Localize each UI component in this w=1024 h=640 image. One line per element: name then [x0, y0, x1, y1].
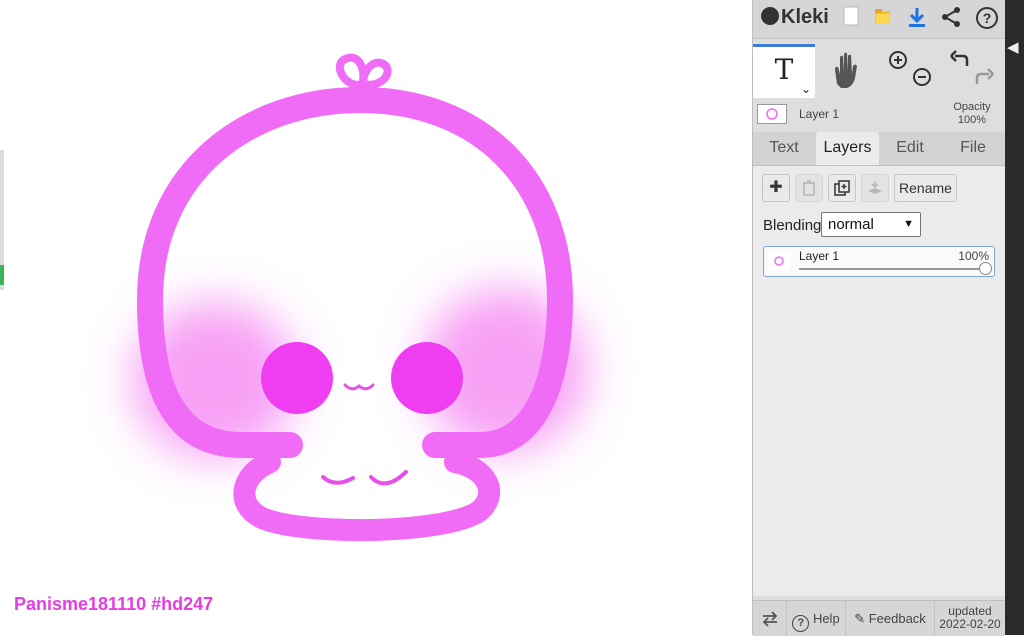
blending-label: Blending: [763, 217, 822, 234]
kleki-logo[interactable]: Kleki: [761, 6, 829, 29]
redo-icon[interactable]: [975, 68, 994, 84]
chevron-left-icon: ◀: [1007, 39, 1019, 56]
blending-select[interactable]: normal ▼: [821, 212, 921, 237]
blending-value: normal: [828, 216, 874, 233]
panel-tabs: Text Layers Edit File: [753, 132, 1005, 166]
help-circle-icon: ?: [792, 615, 810, 632]
download-icon[interactable]: [905, 6, 929, 30]
text-tool-icon: T: [774, 53, 794, 86]
layers-panel: ✚ Rename Blending normal ▼ Layer 1 100%: [753, 166, 1005, 596]
merge-down-icon: [868, 181, 882, 194]
rename-layer-button[interactable]: Rename: [894, 174, 957, 202]
kleki-logo-icon: [761, 7, 779, 25]
updated-info[interactable]: updated 2022-02-20: [935, 601, 1005, 636]
tool-row: T ⌄: [753, 44, 1005, 98]
layer-thumbnail: [768, 252, 790, 270]
text-tool-button[interactable]: T ⌄: [753, 44, 815, 98]
duplicate-icon: [834, 180, 850, 196]
open-folder-icon[interactable]: [871, 6, 895, 30]
app-name: Kleki: [781, 6, 829, 28]
left-eye: [261, 342, 333, 414]
zoom-out-icon[interactable]: [913, 68, 931, 86]
updated-date: 2022-02-20: [939, 617, 1001, 631]
feedback-button[interactable]: ✎ Feedback: [846, 601, 935, 636]
drawing-artwork: [133, 53, 587, 542]
zoom-in-icon[interactable]: [889, 51, 907, 69]
merge-layer-button[interactable]: [861, 174, 889, 202]
layer-opacity-value: 100%: [958, 249, 989, 263]
drawing-canvas[interactable]: Panisme181110 #hd247: [0, 0, 752, 635]
current-layer-name: Layer 1: [799, 107, 840, 121]
swap-side-button[interactable]: [753, 601, 787, 636]
tab-file[interactable]: File: [942, 132, 1004, 165]
delete-layer-button[interactable]: [795, 174, 823, 202]
hand-tool-button[interactable]: [815, 44, 877, 98]
help-icon[interactable]: ?: [975, 6, 999, 30]
duplicate-layer-button[interactable]: [828, 174, 856, 202]
right-eye: [391, 342, 463, 414]
hair-tuft: [335, 53, 392, 89]
layer-list-item[interactable]: Layer 1 100%: [763, 246, 995, 277]
chin-outline: [233, 451, 500, 542]
hand-tool-icon: [835, 52, 857, 88]
help-button[interactable]: ? Help: [787, 601, 846, 636]
new-image-icon[interactable]: [839, 6, 863, 30]
add-layer-button[interactable]: ✚: [762, 174, 790, 202]
mouth: [321, 470, 408, 486]
adjacent-window-strip: ◀: [1005, 0, 1024, 635]
chevron-down-icon[interactable]: ⌄: [801, 82, 811, 96]
plus-icon: ✚: [769, 179, 783, 196]
help-label: Help: [812, 611, 840, 626]
opacity-label: Opacity: [953, 101, 991, 113]
layer-name: Layer 1: [799, 249, 840, 263]
undo-icon[interactable]: [950, 50, 969, 66]
opacity-slider-handle[interactable]: [979, 262, 992, 275]
layer-opacity-slider[interactable]: [799, 268, 986, 270]
svg-text:?: ?: [983, 10, 992, 26]
undo-redo-controls: [941, 44, 1003, 98]
panel-footer: ? Help ✎ Feedback updated 2022-02-20: [753, 600, 1005, 636]
zoom-controls: [879, 44, 939, 98]
current-layer-row: Layer 1 Opacity 100%: [753, 100, 1005, 128]
top-toolbar: Kleki ?: [753, 0, 1005, 39]
tab-edit[interactable]: Edit: [879, 132, 941, 165]
tab-text[interactable]: Text: [753, 132, 815, 165]
opacity-value: 100%: [957, 114, 987, 126]
current-layer-thumbnail: [757, 104, 787, 124]
swap-arrows-icon: [762, 611, 777, 627]
feedback-icon: ✎: [854, 611, 866, 626]
trash-icon: [803, 180, 815, 196]
feedback-label: Feedback: [868, 611, 926, 626]
share-icon[interactable]: [939, 6, 963, 30]
nose: [343, 383, 375, 391]
chevron-down-icon: ▼: [903, 218, 914, 230]
side-panel: Kleki ? T ⌄ Layer 1 Opacity 100% Text La…: [752, 0, 1005, 636]
tab-layers[interactable]: Layers: [816, 132, 879, 165]
signature-text: Panisme181110 #hd247: [14, 594, 214, 614]
